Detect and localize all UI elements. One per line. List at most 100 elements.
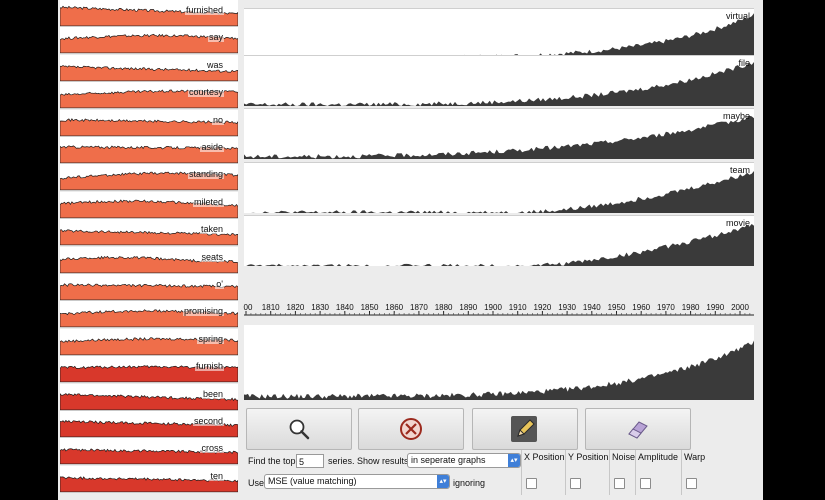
- result-chart[interactable]: team: [244, 162, 754, 213]
- result-thumbnail[interactable]: spring: [60, 328, 238, 356]
- result-thumbnail[interactable]: standing: [60, 164, 238, 192]
- ignoring-label: ignoring: [453, 478, 486, 488]
- thumbnail-label: standing: [187, 169, 224, 180]
- axis-tick-label: 1920: [533, 303, 552, 312]
- chevron-updown-icon: ▴▾: [437, 475, 449, 488]
- thumbnail-label: seats: [200, 251, 224, 262]
- year-axis: 00 1810 1820 1830 1840 1850 1860 1870 1880 1890 19…: [244, 299, 754, 321]
- result-thumbnail[interactable]: was: [60, 54, 238, 82]
- ignore-option-label: X Position: [524, 452, 565, 462]
- axis-tick-label: 1840: [335, 303, 354, 312]
- ignore-option-label: Y Position: [568, 452, 609, 462]
- result-chart-label: virtual: [725, 11, 750, 21]
- metric-select[interactable]: MSE (value matching) ▴▾: [264, 474, 450, 489]
- timeseries-query-app: furnished say was courtesy no aside standing mi…: [58, 0, 763, 500]
- column-separator: [635, 450, 636, 495]
- ignore-option-checkbox[interactable]: [526, 478, 537, 489]
- thumbnail-label: mileted: [192, 196, 224, 207]
- thumbnail-label: no: [211, 114, 224, 125]
- thumbnail-label: taken: [199, 224, 224, 235]
- top-n-input[interactable]: 5: [296, 454, 324, 468]
- query-sketch-chart[interactable]: [244, 325, 754, 400]
- result-thumbnail[interactable]: seats: [60, 246, 238, 274]
- result-thumbnail[interactable]: say: [60, 27, 238, 55]
- result-thumbnail[interactable]: mileted: [60, 191, 238, 219]
- result-thumbnail[interactable]: furnish: [60, 356, 238, 384]
- ignore-option-label: Amplitude: [638, 452, 679, 462]
- result-chart-area: [244, 13, 754, 59]
- axis-tick-label: 2000: [731, 303, 749, 312]
- series-label: series. Show results: [328, 456, 409, 466]
- thumbnail-label: ten: [209, 470, 224, 481]
- query-sketch-series: [244, 340, 754, 400]
- thumbnail-label: furnished: [184, 5, 224, 15]
- result-thumbnail[interactable]: courtesy: [60, 82, 238, 110]
- result-thumbnail-list: furnished say was courtesy no aside standing mi…: [60, 0, 238, 500]
- axis-tick-label: 1970: [656, 303, 675, 312]
- use-label: Use: [248, 478, 265, 488]
- result-chart-series: [244, 13, 754, 59]
- result-chart-area: [244, 224, 754, 266]
- thumbnail-label: been: [201, 388, 224, 399]
- show-mode-select[interactable]: in seperate graphs ▴▾: [407, 453, 521, 468]
- axis-tick-label: 1890: [459, 303, 478, 312]
- thumbnail-label: aside: [200, 142, 224, 152]
- result-thumbnail[interactable]: o': [60, 274, 238, 301]
- show-mode-value: in seperate graphs: [411, 455, 486, 465]
- axis-tick-label: 1810: [261, 303, 280, 312]
- result-thumbnail[interactable]: been: [60, 383, 238, 411]
- result-thumbnail[interactable]: furnished: [60, 0, 238, 27]
- result-thumbnail[interactable]: second: [60, 411, 238, 438]
- result-chart-label: maybe: [722, 111, 750, 121]
- draw-button[interactable]: [472, 408, 578, 450]
- result-thumbnail[interactable]: aside: [60, 137, 238, 164]
- thumbnail-label: cross: [200, 443, 224, 454]
- axis-tick-label: 1830: [311, 303, 329, 312]
- ignore-option-checkbox[interactable]: [570, 478, 581, 489]
- result-thumbnail[interactable]: taken: [60, 219, 238, 247]
- axis-tick-label: 1910: [508, 303, 527, 312]
- chevron-updown-icon: ▴▾: [508, 454, 520, 467]
- magnifier-icon: [289, 419, 310, 440]
- thumbnail-label: spring: [197, 333, 224, 344]
- thumbnail-area: [60, 283, 238, 300]
- find-label: Find the top: [248, 456, 296, 466]
- result-thumbnail[interactable]: ten: [60, 465, 238, 493]
- axis-tick-label: 1900: [484, 303, 502, 312]
- thumbnail-label: was: [205, 59, 224, 70]
- erase-button[interactable]: [585, 408, 691, 450]
- metric-value: MSE (value matching): [268, 476, 357, 486]
- result-chart-series: [244, 62, 754, 106]
- result-chart[interactable]: virtual: [244, 8, 754, 59]
- result-thumbnail[interactable]: promising: [60, 301, 238, 329]
- result-chart-area: [244, 171, 754, 213]
- result-chart[interactable]: movie: [244, 215, 754, 266]
- result-chart-series: [244, 171, 754, 213]
- thumbnail-label: o': [215, 279, 224, 289]
- clear-button[interactable]: [358, 408, 464, 450]
- thumbnail-label: furnish: [194, 361, 224, 372]
- axis-tick-label: 1960: [632, 303, 651, 312]
- thumbnail-label: say: [207, 32, 224, 43]
- ignore-option-checkbox[interactable]: [614, 478, 625, 489]
- result-chart-label: file: [738, 58, 750, 68]
- thumbnail-label: courtesy: [187, 87, 224, 98]
- search-button[interactable]: [246, 408, 352, 450]
- ignore-option-checkbox[interactable]: [640, 478, 651, 489]
- eraser-icon: [628, 421, 648, 439]
- result-chart-label: movie: [725, 218, 750, 228]
- result-chart[interactable]: file: [244, 55, 754, 106]
- column-separator: [521, 450, 522, 495]
- result-thumbnail[interactable]: cross: [60, 438, 238, 466]
- ignore-option-label: Noise: [612, 452, 636, 462]
- ignore-option-checkbox[interactable]: [686, 478, 697, 489]
- axis-tick-label: 1880: [434, 303, 453, 312]
- axis-tick-label: 1860: [385, 303, 404, 312]
- result-chart-area: [244, 115, 754, 159]
- query-sketch-area[interactable]: [244, 325, 754, 400]
- thumbnail-sparkline: [60, 283, 238, 300]
- pencil-icon: [517, 419, 535, 437]
- result-chart[interactable]: maybe: [244, 108, 754, 159]
- thumbnail-label: second: [192, 416, 224, 426]
- result-thumbnail[interactable]: no: [60, 109, 238, 137]
